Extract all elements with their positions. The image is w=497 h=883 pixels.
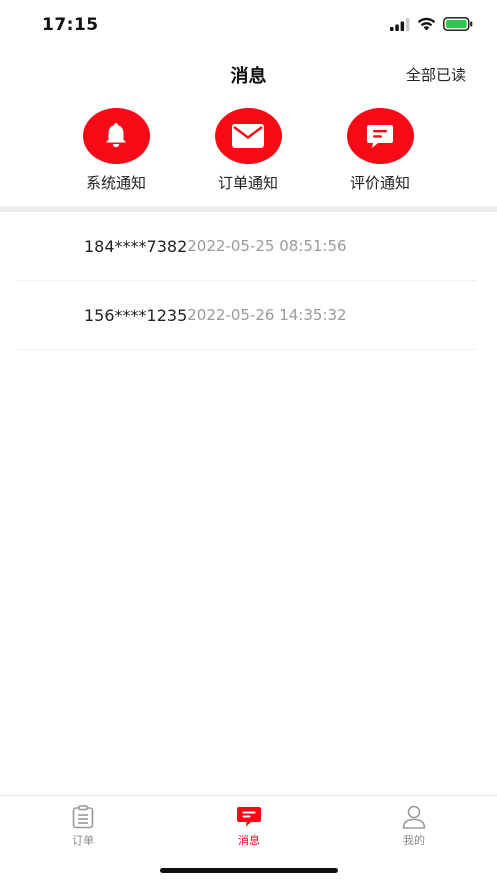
envelope-icon — [214, 108, 282, 164]
message-phone: 184****7382 — [84, 236, 188, 256]
tab-profile[interactable]: 我的 — [374, 804, 454, 848]
home-indicator — [160, 868, 338, 873]
tab-orders[interactable]: 订单 — [43, 804, 123, 848]
category-system-notice[interactable]: 系统通知 — [66, 108, 166, 204]
mark-all-read-button[interactable]: 全部已读 — [406, 64, 466, 85]
tab-label: 我的 — [403, 834, 425, 847]
category-review-notice[interactable]: 评价通知 — [330, 108, 430, 204]
bell-icon — [82, 108, 150, 164]
header: 消息 全部已读 — [0, 52, 497, 96]
clipboard-icon — [70, 804, 96, 830]
user-icon — [401, 804, 427, 830]
message-time: 2022-05-26 14:35:32 — [187, 306, 347, 324]
status-bar: 17:15 — [0, 0, 497, 52]
tab-label: 消息 — [238, 834, 260, 847]
battery-icon — [443, 16, 473, 35]
notification-categories: 系统通知 订单通知 评价通知 — [0, 108, 497, 204]
wifi-icon — [417, 16, 436, 35]
tab-label: 订单 — [72, 834, 94, 847]
message-list: 184****7382 2022-05-25 08:51:56 156****1… — [18, 212, 476, 350]
category-order-notice[interactable]: 订单通知 — [198, 108, 298, 204]
category-label: 系统通知 — [85, 174, 146, 192]
comment-icon — [346, 108, 414, 164]
message-phone: 156****1235 — [84, 305, 188, 325]
message-item[interactable]: 184****7382 2022-05-25 08:51:56 — [18, 212, 476, 281]
messages-screen: 17:15 消息 全部已读 系统通知 订单通知 评价通知 184****7382… — [0, 0, 497, 883]
message-item[interactable]: 156****1235 2022-05-26 14:35:32 — [18, 281, 476, 350]
status-time: 17:15 — [42, 15, 99, 35]
category-label: 评价通知 — [349, 174, 410, 192]
message-icon — [236, 804, 262, 830]
category-label: 订单通知 — [217, 174, 278, 192]
signal-icon — [390, 16, 410, 35]
status-icons — [390, 16, 473, 35]
message-time: 2022-05-25 08:51:56 — [187, 237, 347, 255]
tab-messages[interactable]: 消息 — [209, 804, 289, 848]
